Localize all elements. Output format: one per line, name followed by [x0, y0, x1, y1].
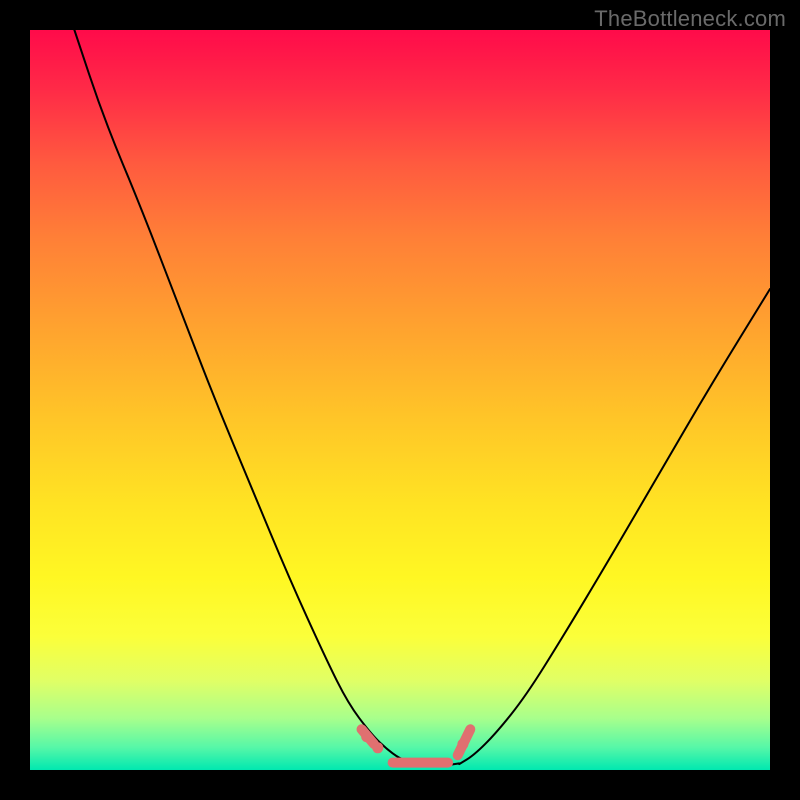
marker-dot-2 — [457, 739, 468, 750]
marker-group — [361, 729, 470, 762]
watermark-text: TheBottleneck.com — [594, 6, 786, 32]
marker-dot-0 — [361, 731, 372, 742]
chart-frame: TheBottleneck.com — [0, 0, 800, 800]
chart-svg — [30, 30, 770, 770]
curve-group — [74, 30, 770, 766]
plot-area — [30, 30, 770, 770]
marker-dot-1 — [372, 742, 383, 753]
series-left-branch — [74, 30, 414, 764]
series-right-branch — [459, 289, 770, 764]
